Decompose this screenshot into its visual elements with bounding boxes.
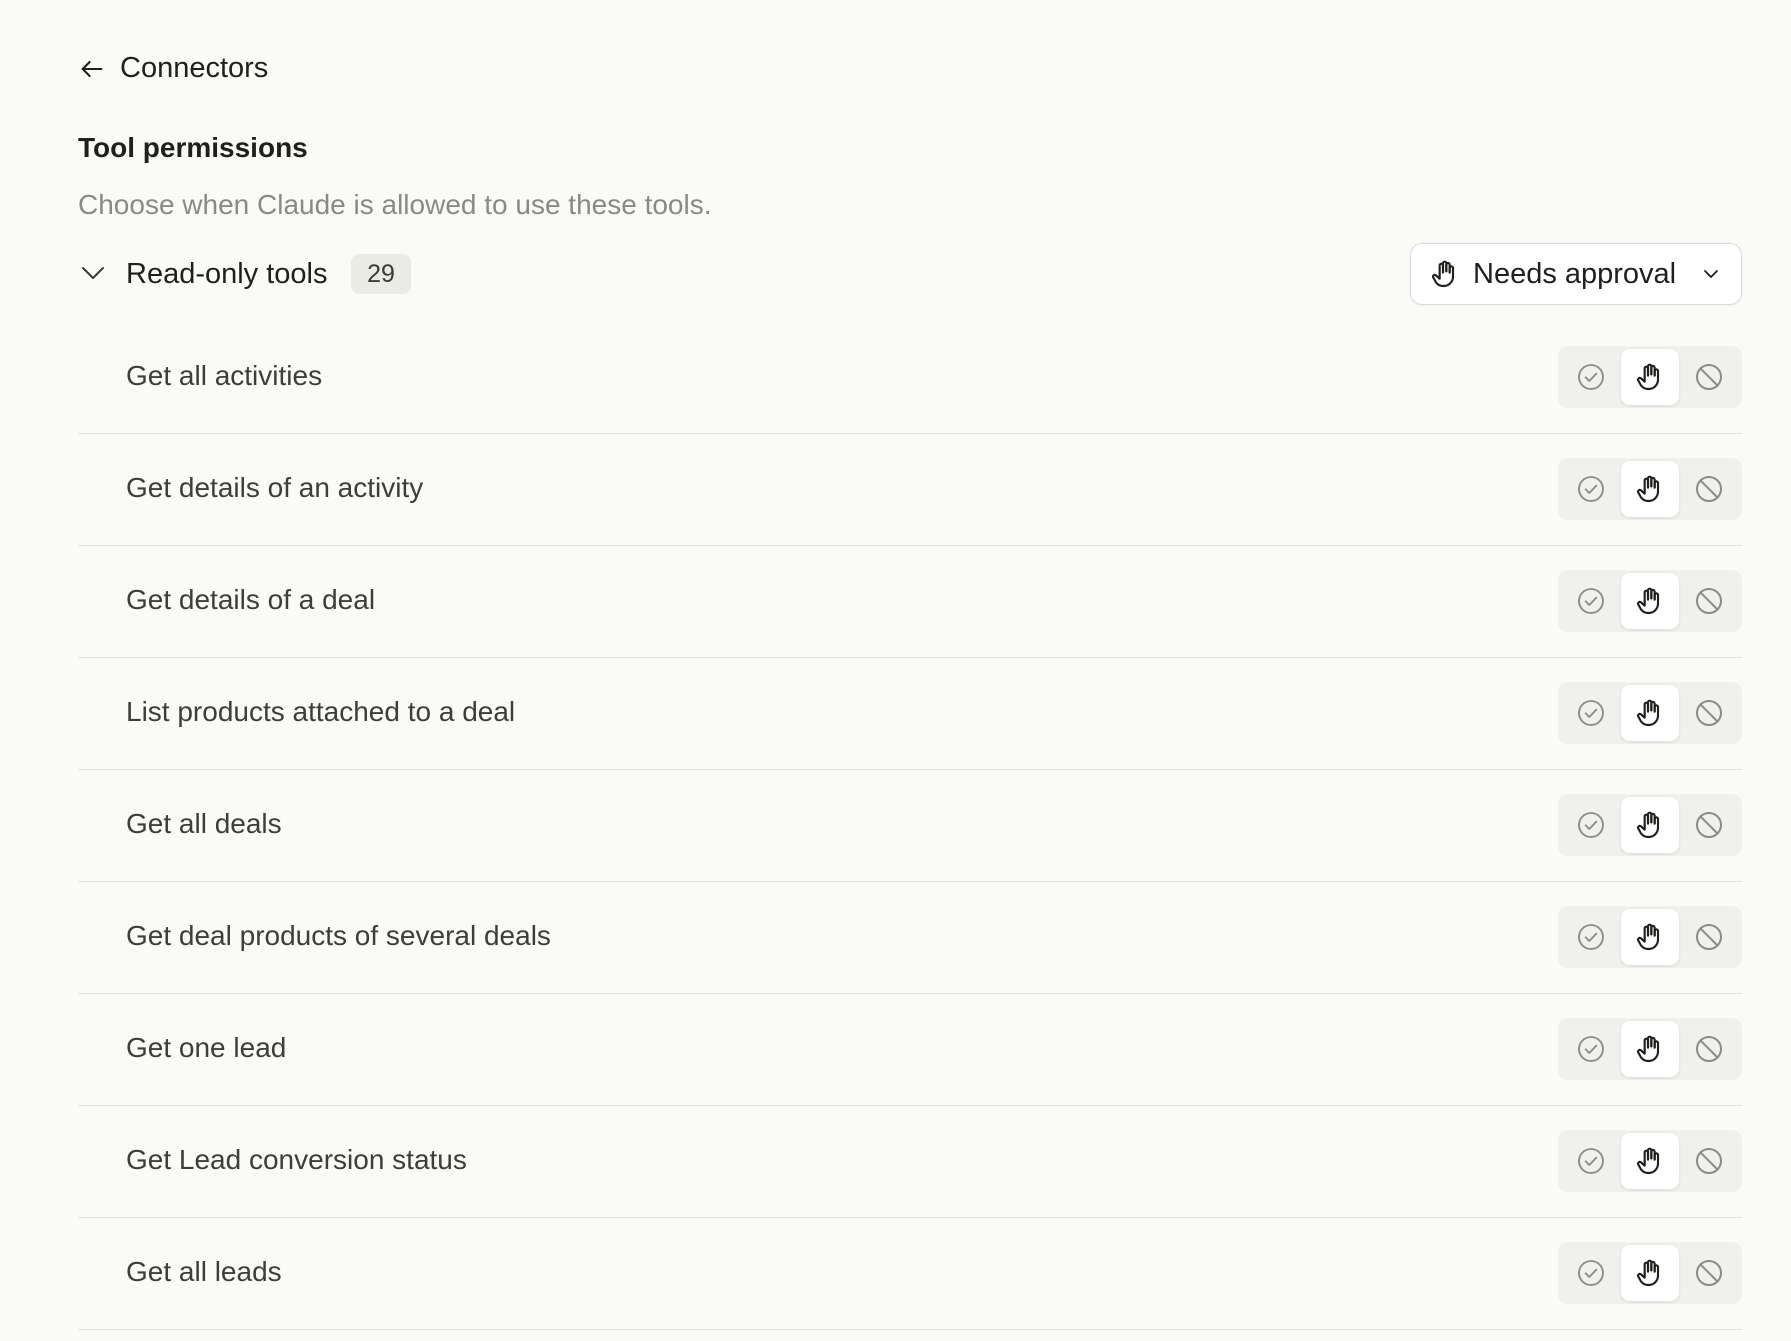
hand-icon [1637, 811, 1660, 839]
prohibited-icon [1696, 1260, 1722, 1286]
dropdown-selected-value: Needs approval [1473, 257, 1677, 290]
permission-toggle-group [1558, 458, 1742, 520]
needs-approval-button[interactable] [1621, 685, 1679, 741]
tool-row: List products attached to a deal [78, 658, 1742, 770]
tool-row: Get deal products of several deals [78, 882, 1742, 994]
permission-toggle-group [1558, 570, 1742, 632]
permission-toggle-group [1558, 346, 1742, 408]
tool-row: Get all deals [78, 770, 1742, 882]
group-permission-dropdown[interactable]: Needs approval [1410, 243, 1742, 305]
hand-icon [1637, 363, 1660, 391]
prohibited-icon [1696, 700, 1722, 726]
section-title: Tool permissions [78, 132, 308, 163]
check-circle-icon [1578, 1036, 1604, 1062]
check-circle-icon [1578, 924, 1604, 950]
back-to-connectors-link[interactable]: Connectors [78, 52, 268, 85]
chevron-down-icon [1704, 270, 1718, 278]
tool-name: Get one lead [126, 1032, 287, 1063]
tool-count-badge: 29 [351, 254, 411, 294]
check-circle-icon [1578, 476, 1604, 502]
hand-icon [1637, 475, 1660, 503]
block-button[interactable] [1680, 909, 1738, 965]
always-allow-button[interactable] [1562, 909, 1620, 965]
hand-icon [1637, 1147, 1660, 1175]
tool-name: Get details of an activity [126, 472, 424, 503]
chevron-down-icon[interactable] [78, 258, 108, 288]
permission-toggle-group [1558, 682, 1742, 744]
block-button[interactable] [1680, 685, 1738, 741]
needs-approval-button[interactable] [1621, 1021, 1679, 1077]
hand-icon [1637, 1259, 1660, 1287]
check-circle-icon [1578, 1260, 1604, 1286]
permission-toggle-group [1558, 794, 1742, 856]
hand-icon [1432, 260, 1455, 288]
always-allow-button[interactable] [1562, 573, 1620, 629]
needs-approval-button[interactable] [1621, 1245, 1679, 1301]
tool-name: Get all deals [126, 808, 282, 839]
tool-name: Get all leads [126, 1256, 282, 1287]
tool-row: Get all activities [78, 322, 1742, 434]
needs-approval-button[interactable] [1621, 573, 1679, 629]
prohibited-icon [1696, 812, 1722, 838]
block-button[interactable] [1680, 797, 1738, 853]
prohibited-icon [1696, 476, 1722, 502]
prohibited-icon [1696, 924, 1722, 950]
permission-toggle-group [1558, 1242, 1742, 1304]
needs-approval-button[interactable] [1621, 1133, 1679, 1189]
prohibited-icon [1696, 588, 1722, 614]
always-allow-button[interactable] [1562, 797, 1620, 853]
check-circle-icon [1578, 1148, 1604, 1174]
read-only-tools-group-header: Read-only tools 29 Needs approval [78, 240, 1742, 308]
needs-approval-button[interactable] [1621, 909, 1679, 965]
prohibited-icon [1696, 1148, 1722, 1174]
back-link-label: Connectors [120, 52, 269, 84]
always-allow-button[interactable] [1562, 349, 1620, 405]
check-circle-icon [1578, 700, 1604, 726]
group-label[interactable]: Read-only tools [126, 258, 328, 291]
needs-approval-button[interactable] [1621, 349, 1679, 405]
tool-list: Get all activities Get details of an act… [78, 322, 1742, 1330]
permission-toggle-group [1558, 1130, 1742, 1192]
tool-row: Get details of a deal [78, 546, 1742, 658]
block-button[interactable] [1680, 1133, 1738, 1189]
hand-icon [1637, 699, 1660, 727]
check-circle-icon [1578, 364, 1604, 390]
block-button[interactable] [1680, 349, 1738, 405]
always-allow-button[interactable] [1562, 1021, 1620, 1077]
check-circle-icon [1578, 588, 1604, 614]
always-allow-button[interactable] [1562, 1133, 1620, 1189]
tool-row: Get Lead conversion status [78, 1106, 1742, 1218]
tool-name: Get Lead conversion status [126, 1144, 467, 1175]
check-circle-icon [1578, 812, 1604, 838]
always-allow-button[interactable] [1562, 1245, 1620, 1301]
prohibited-icon [1696, 364, 1722, 390]
tool-name: Get details of a deal [126, 584, 376, 615]
tool-name: List products attached to a deal [126, 696, 516, 727]
tool-name: Get all activities [126, 360, 323, 391]
section-subtitle: Choose when Claude is allowed to use the… [78, 189, 712, 220]
hand-icon [1637, 923, 1660, 951]
always-allow-button[interactable] [1562, 461, 1620, 517]
needs-approval-button[interactable] [1621, 461, 1679, 517]
prohibited-icon [1696, 1036, 1722, 1062]
tool-row: Get details of an activity [78, 434, 1742, 546]
block-button[interactable] [1680, 1245, 1738, 1301]
tool-name: Get deal products of several deals [126, 920, 551, 951]
tool-row: Get one lead [78, 994, 1742, 1106]
block-button[interactable] [1680, 573, 1738, 629]
permission-toggle-group [1558, 1018, 1742, 1080]
block-button[interactable] [1680, 1021, 1738, 1077]
arrow-left-icon [81, 60, 103, 77]
permission-toggle-group [1558, 906, 1742, 968]
always-allow-button[interactable] [1562, 685, 1620, 741]
tool-row: Get all leads [78, 1218, 1742, 1330]
hand-icon [1637, 1035, 1660, 1063]
hand-icon [1637, 587, 1660, 615]
block-button[interactable] [1680, 461, 1738, 517]
needs-approval-button[interactable] [1621, 797, 1679, 853]
